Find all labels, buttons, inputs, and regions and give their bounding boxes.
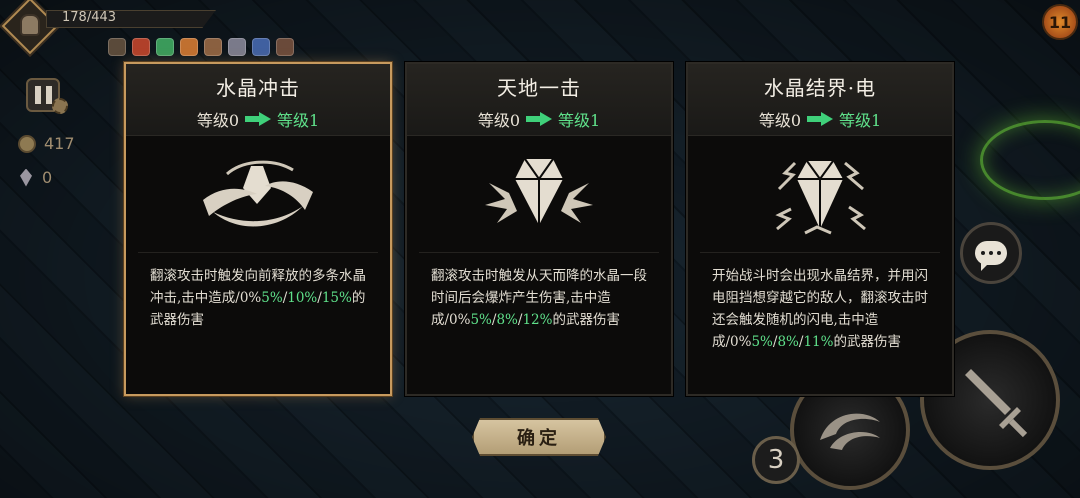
- inventory-strip: [108, 38, 294, 60]
- level-to: 等级1: [839, 111, 882, 130]
- dodge-icon: [820, 413, 880, 450]
- item-icon: [180, 38, 198, 56]
- item-icon: [132, 38, 150, 56]
- card-description: 翻滚攻击时触发向前释放的多条水晶冲击,击中造成/0%5%/10%/15%的武器伤…: [150, 268, 366, 328]
- arrow-right-icon: [526, 112, 552, 126]
- crystal-lightning-icon: [688, 136, 952, 252]
- gem-count: 0: [42, 168, 53, 187]
- confirm-button[interactable]: 确定: [472, 418, 606, 456]
- level-change: 等级0 等级1: [688, 107, 952, 131]
- chat-button[interactable]: [960, 222, 1022, 284]
- item-icon: [156, 38, 174, 56]
- level-to: 等级1: [277, 111, 320, 130]
- level-from: 等级0: [196, 111, 239, 130]
- card-title: 水晶冲击: [216, 76, 300, 100]
- desc-suffix: 的武器伤害: [552, 312, 620, 328]
- gear-icon[interactable]: [52, 98, 68, 114]
- skill-card-crystal-drop[interactable]: 天地一击 等级0 等级1 翻滚攻击时触发从天而降的水晶一段时间后会爆炸产生伤害,…: [405, 62, 673, 396]
- chat-icon: [975, 241, 1007, 271]
- value-lv2: 10%: [287, 290, 318, 306]
- card-header: 天地一击 等级0 等级1: [407, 64, 671, 136]
- coin-count: 417: [44, 134, 75, 153]
- arrow-right-icon: [245, 112, 271, 126]
- skill-card-crystal-lightning[interactable]: 水晶结界·电 等级0 等级1 开始战斗时会出现水晶结界，并用闪电阻挡想穿越它的敌…: [686, 62, 954, 396]
- item-icon: [108, 38, 126, 56]
- card-description: 开始战斗时会出现水晶结界，并用闪电阻挡想穿越它的敌人，翻滚攻击时还会触发随机的闪…: [712, 268, 928, 350]
- value-lv3: 11%: [803, 334, 834, 350]
- level-from: 等级0: [477, 111, 520, 130]
- card-description: 翻滚攻击时触发从天而降的水晶一段时间后会爆炸产生伤害,击中造成/0%5%/8%/…: [431, 268, 647, 328]
- item-icon: [252, 38, 270, 56]
- helmet-icon: [20, 14, 40, 36]
- value-lv1: 5%: [751, 334, 773, 350]
- level-change: 等级0 等级1: [126, 107, 390, 131]
- coin-counter: 417: [18, 134, 75, 153]
- level-to: 等级1: [558, 111, 601, 130]
- card-title: 水晶结界·电: [763, 76, 877, 100]
- timer-badge: 11: [1042, 4, 1078, 40]
- card-title: 天地一击: [497, 76, 581, 100]
- item-icon: [276, 38, 294, 56]
- level-from: 等级0: [758, 111, 801, 130]
- sword-icon: [965, 369, 1028, 438]
- value-lv3: 12%: [522, 312, 553, 328]
- level-change: 等级0 等级1: [407, 107, 671, 131]
- gem-icon: [20, 168, 32, 187]
- arrow-right-icon: [807, 112, 833, 126]
- card-header: 水晶结界·电 等级0 等级1: [688, 64, 952, 136]
- value-lv1: 5%: [470, 312, 492, 328]
- gem-counter: 0: [20, 168, 52, 187]
- skill-charge-count: 3: [752, 436, 800, 484]
- crystal-burst-icon: [126, 136, 390, 252]
- crystal-drop-icon: [407, 136, 671, 252]
- coin-icon: [18, 134, 36, 153]
- desc-suffix: 的武器伤害: [833, 334, 901, 350]
- item-icon: [204, 38, 222, 56]
- value-lv2: 8%: [496, 312, 518, 328]
- player-portrait[interactable]: [1, 0, 59, 58]
- value-lv2: 8%: [777, 334, 799, 350]
- item-icon: [228, 38, 246, 56]
- skill-card-crystal-burst[interactable]: 水晶冲击 等级0 等级1 翻滚攻击时触发向前释放的多条水晶冲击,击中造成/0%5…: [124, 62, 392, 396]
- value-lv1: 5%: [261, 290, 283, 306]
- card-header: 水晶冲击 等级0 等级1: [126, 64, 390, 136]
- value-lv3: 15%: [321, 290, 352, 306]
- health-text: 178/443: [62, 10, 117, 25]
